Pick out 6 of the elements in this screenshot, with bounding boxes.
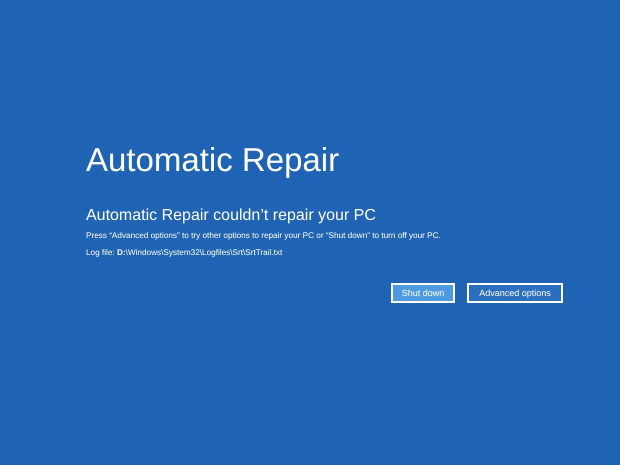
- instruction-text: Press “Advanced options” to try other options to repair your PC or “Shut down” to turn off your PC.: [86, 230, 442, 241]
- screen-title: Automatic Repair: [86, 140, 340, 180]
- error-heading: Automatic Repair couldn’t repair your PC: [86, 206, 377, 226]
- advanced-options-button[interactable]: Advanced options: [467, 283, 563, 303]
- log-file-path: Log file: D:\Windows\System32\Logfiles\Srt\SrtTrail.txt: [86, 247, 284, 258]
- shut-down-button[interactable]: Shut down: [391, 283, 455, 303]
